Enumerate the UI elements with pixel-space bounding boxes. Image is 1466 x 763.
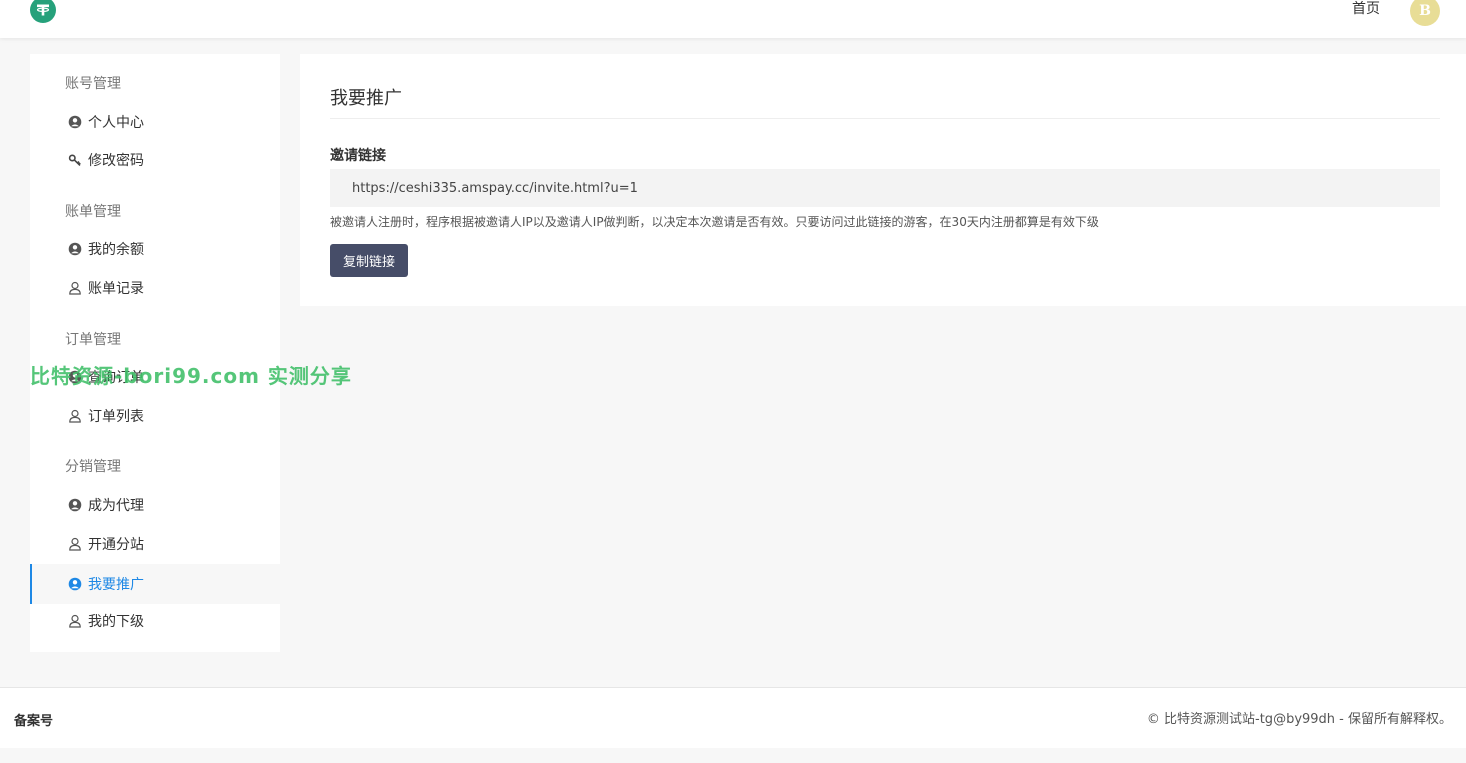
tether-logo-icon[interactable] <box>30 0 56 23</box>
sidebar-group-account: 账号管理 <box>65 76 121 92</box>
sidebar-item-promote[interactable]: 我要推广 <box>30 564 280 604</box>
watermark-text: 比特资源-bori99.com 实测分享 <box>30 364 352 388</box>
sidebar-item-label: 我的余额 <box>88 242 144 258</box>
sidebar-item-profile[interactable]: 个人中心 <box>30 102 280 142</box>
key-icon <box>68 153 82 167</box>
promote-panel: 我要推广 邀请链接 被邀请人注册时，程序根据被邀请人IP以及邀请人IP做判断，以… <box>300 54 1466 306</box>
sidebar-group-orders: 订单管理 <box>65 332 121 348</box>
sidebar-item-label: 我的下级 <box>88 614 144 630</box>
invite-hint-text: 被邀请人注册时，程序根据被邀请人IP以及邀请人IP做判断，以决定本次邀请是否有效… <box>330 215 1099 229</box>
user-outline-icon <box>68 409 82 423</box>
sidebar-item-label: 我要推广 <box>88 577 144 593</box>
user-circle-icon <box>68 242 82 256</box>
user-outline-icon <box>68 281 82 295</box>
sidebar-item-balance[interactable]: 我的余额 <box>30 229 280 269</box>
footer: 备案号 © 比特资源测试站-tg@by99dh - 保留所有解释权。 <box>0 687 1466 748</box>
sidebar-item-label: 修改密码 <box>88 153 144 169</box>
sidebar-group-distribution: 分销管理 <box>65 459 121 475</box>
invite-link-input[interactable] <box>330 169 1440 207</box>
copy-link-button[interactable]: 复制链接 <box>330 244 408 277</box>
page-title: 我要推广 <box>330 88 402 109</box>
sidebar-item-open-substation[interactable]: 开通分站 <box>30 524 280 564</box>
home-link[interactable]: 首页 <box>1352 0 1380 18</box>
user-outline-icon <box>68 537 82 551</box>
sidebar-group-billing: 账单管理 <box>65 204 121 220</box>
user-circle-icon <box>68 115 82 129</box>
sidebar-item-label: 账单记录 <box>88 281 144 297</box>
sidebar-item-subordinates[interactable]: 我的下级 <box>30 601 280 641</box>
avatar[interactable]: B <box>1410 0 1440 26</box>
user-circle-icon <box>68 577 82 591</box>
sidebar: 账号管理 个人中心 修改密码 账单管理 我的余额 账单记录 订单管理 查询订单 <box>30 54 280 652</box>
sidebar-item-become-agent[interactable]: 成为代理 <box>30 485 280 525</box>
sidebar-item-label: 订单列表 <box>88 409 144 425</box>
sidebar-item-change-password[interactable]: 修改密码 <box>30 140 280 180</box>
title-divider <box>330 118 1440 119</box>
copyright-text: © 比特资源测试站-tg@by99dh - 保留所有解释权。 <box>1146 712 1452 727</box>
beian-link[interactable]: 备案号 <box>14 710 53 729</box>
top-header: 首页 B <box>0 0 1466 38</box>
sidebar-item-label: 开通分站 <box>88 537 144 553</box>
sidebar-item-label: 成为代理 <box>88 498 144 514</box>
sidebar-item-order-list[interactable]: 订单列表 <box>30 396 280 436</box>
invite-link-label: 邀请链接 <box>330 148 386 164</box>
sidebar-item-bill-records[interactable]: 账单记录 <box>30 268 280 308</box>
sidebar-item-label: 个人中心 <box>88 115 144 131</box>
user-outline-icon <box>68 614 82 628</box>
user-circle-icon <box>68 498 82 512</box>
